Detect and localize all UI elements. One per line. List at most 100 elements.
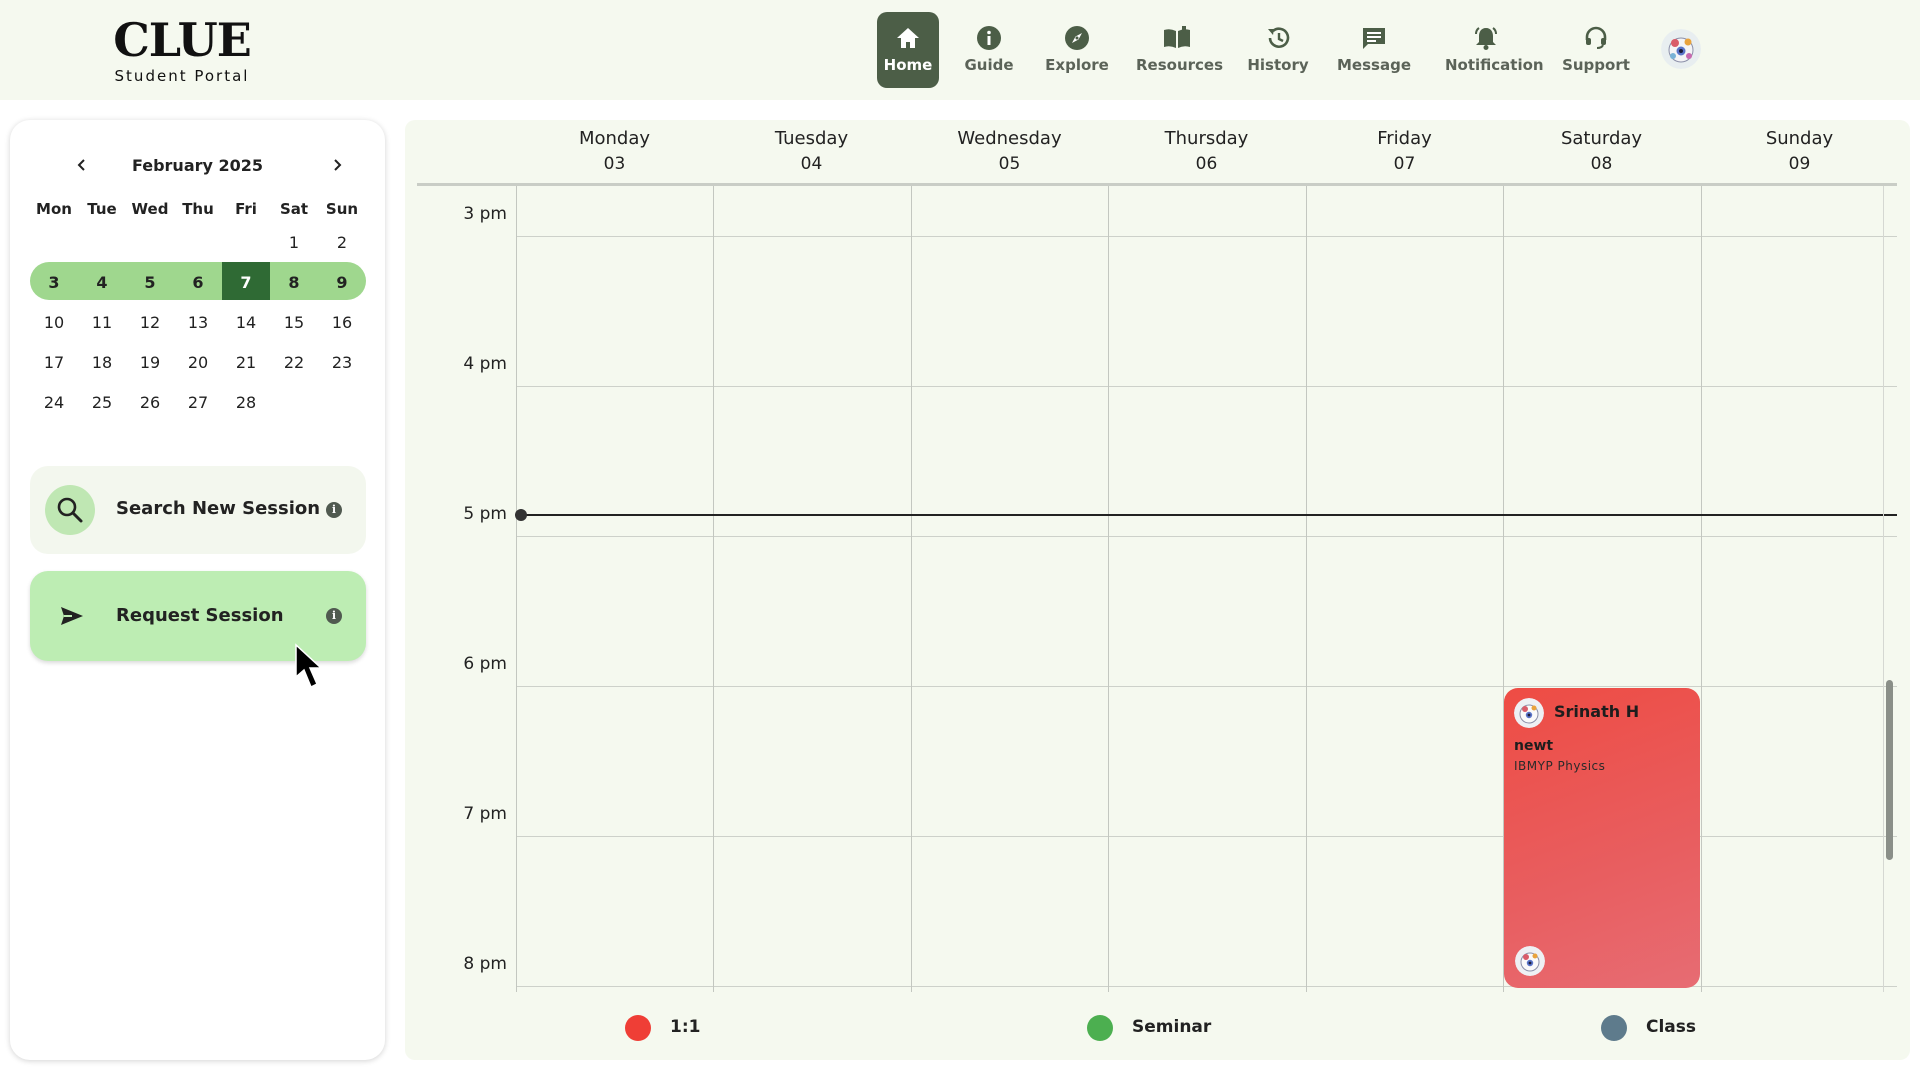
weekday-label: Sat [279,200,309,218]
mini-calendar-day[interactable]: 20 [178,351,218,375]
search-session-label: Search New Session [116,498,321,519]
mini-calendar-day[interactable]: 22 [274,351,314,375]
time-label: 6 pm [463,654,507,674]
time-label: 7 pm [463,804,507,824]
mini-calendar-day[interactable]: 18 [82,351,122,375]
chevron-left-icon [77,159,85,171]
info-icon [958,24,1020,52]
mini-calendar-day[interactable]: 2 [322,231,362,255]
mini-calendar-day[interactable]: 15 [274,311,314,335]
scrollbar-track [1883,186,1884,992]
weekday-label: Fri [235,200,257,218]
top-header: CLUE Student Portal Home Guide Explore R… [0,0,1920,100]
chevron-right-icon [334,159,342,171]
message-icon [1343,24,1405,52]
mini-calendar-day[interactable]: 26 [130,391,170,415]
time-label: 3 pm [463,204,507,224]
headset-icon [1565,24,1627,52]
mini-calendar-day[interactable]: 12 [130,311,170,335]
nav-message[interactable]: Message [1337,12,1411,88]
nav-support-label: Support [1562,56,1630,74]
mini-calendar-day[interactable]: 25 [82,391,122,415]
mini-calendar-day[interactable]: 9 [322,271,362,295]
mini-calendar-day[interactable]: 5 [130,271,170,295]
day-header-date: 07 [1393,154,1416,174]
send-icon [61,607,83,625]
mini-calendar-day[interactable]: 4 [82,271,122,295]
day-header-monday[interactable]: Monday 03 [516,126,713,176]
day-gridline [1306,186,1307,992]
mini-calendar-day[interactable]: 6 [178,271,218,295]
mini-calendar-day[interactable]: 28 [226,391,266,415]
mini-calendar-day[interactable]: 1 [274,231,314,255]
day-header-name: Thursday [1164,128,1249,149]
nav-explore[interactable]: Explore [1045,12,1109,88]
mini-calendar-day[interactable]: 16 [322,311,362,335]
history-icon [1247,24,1309,52]
mini-calendar-day[interactable]: 27 [178,391,218,415]
nav-history-label: History [1247,56,1309,74]
nav-home[interactable]: Home [877,12,939,88]
day-header-name: Sunday [1765,128,1834,149]
day-gridline [1108,186,1109,992]
nav-support[interactable]: Support [1562,12,1630,88]
event-host-name: Srinath H [1554,702,1640,721]
book-icon [1146,24,1208,52]
time-label: 4 pm [463,354,507,374]
day-header-tuesday[interactable]: Tuesday 04 [713,126,910,176]
mini-calendar-day[interactable]: 21 [226,351,266,375]
mini-calendar-day[interactable]: 8 [274,271,314,295]
nav-notification[interactable]: Notification [1445,12,1544,88]
day-header-wednesday[interactable]: Wednesday 05 [911,126,1108,176]
compass-icon [1046,24,1108,52]
day-header-thursday[interactable]: Thursday 06 [1108,126,1305,176]
day-header-friday[interactable]: Friday 07 [1306,126,1503,176]
day-header-name: Monday [578,128,651,149]
mini-calendar-month: February 2025 [131,156,264,175]
day-header-sunday[interactable]: Sunday 09 [1701,126,1898,176]
brand-logo[interactable]: CLUE Student Portal [112,14,252,86]
info-icon[interactable]: i [326,502,342,518]
weekday-label: Wed [131,200,169,218]
mini-calendar-day[interactable]: 11 [82,311,122,335]
hour-gridline [516,686,1897,687]
mini-calendar-day[interactable]: 17 [34,351,74,375]
nav-notification-label: Notification [1445,56,1544,74]
mini-calendar-day[interactable]: 3 [34,271,74,295]
hour-gridline [516,236,1897,237]
next-month-button[interactable] [322,150,352,180]
day-header-name: Saturday [1560,128,1643,149]
day-header-name: Tuesday [774,128,849,149]
bell-icon [1455,24,1517,52]
nav-guide[interactable]: Guide [958,12,1020,88]
day-header-saturday[interactable]: Saturday 08 [1503,126,1700,176]
nav-explore-label: Explore [1045,56,1109,74]
brand-subtitle: Student Portal [114,67,250,85]
day-header-date: 06 [1195,154,1218,174]
scrollbar-thumb[interactable] [1886,680,1893,860]
nav-history[interactable]: History [1247,12,1309,88]
user-avatar[interactable] [1661,29,1701,69]
info-icon[interactable]: i [326,608,342,624]
request-session-label: Request Session [116,605,284,626]
mini-calendar-day[interactable]: 24 [34,391,74,415]
current-time-dot [515,509,527,521]
brand-title: CLUE [113,13,252,67]
day-header-date: 08 [1590,154,1613,174]
hour-gridline [516,386,1897,387]
mini-calendar-day[interactable]: 14 [226,311,266,335]
nav-resources[interactable]: Resources [1136,12,1223,88]
mini-calendar-day[interactable]: 19 [130,351,170,375]
mini-calendar-day[interactable]: 13 [178,311,218,335]
session-event-card[interactable]: Srinath H newt IBMYP Physics [1504,688,1700,988]
mouse-cursor-icon [295,643,323,689]
current-time-line [520,514,1897,516]
search-session-card[interactable]: Search New Session i [30,466,366,554]
weekday-label: Sun [325,200,359,218]
nav-resources-label: Resources [1136,56,1224,74]
home-icon [877,24,939,52]
mini-calendar-day[interactable]: 10 [34,311,74,335]
mini-calendar-header: February 2025 [30,150,365,180]
mini-calendar-day-today[interactable]: 7 [226,271,266,295]
mini-calendar-day[interactable]: 23 [322,351,362,375]
